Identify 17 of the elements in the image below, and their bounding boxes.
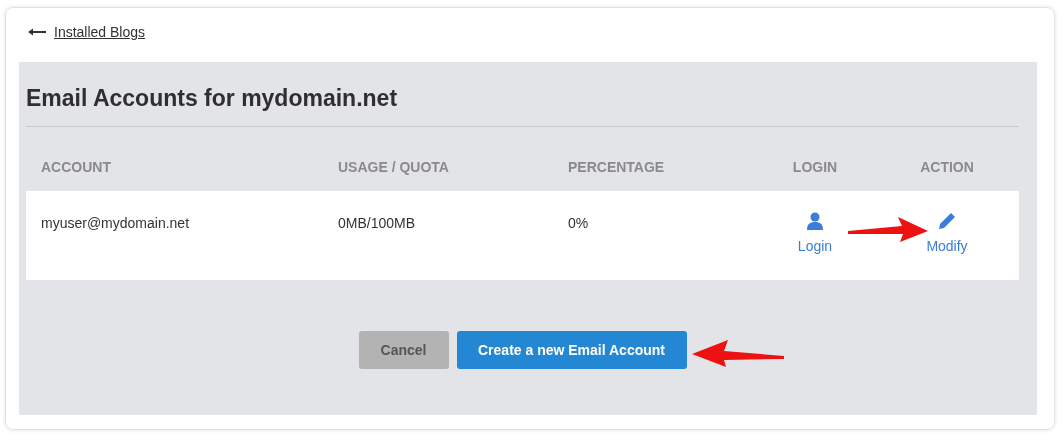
column-header: ACCOUNT xyxy=(41,157,112,177)
login-link[interactable]: Login xyxy=(797,212,833,258)
modify-link[interactable]: Modify xyxy=(926,212,968,258)
back-arrow-icon xyxy=(28,28,46,36)
column-header: ACTION xyxy=(919,157,975,177)
table-cell: 0% xyxy=(568,215,589,232)
pencil-icon xyxy=(938,212,956,231)
page-title: Email Accounts for mydomain.net xyxy=(26,84,399,113)
table-cell: myuser@mydomain.net xyxy=(41,215,190,232)
column-header: USAGE / QUOTA xyxy=(338,157,450,177)
user-icon xyxy=(806,212,824,231)
back-link[interactable]: Installed Blogs xyxy=(54,21,146,43)
column-header: LOGIN xyxy=(791,157,839,177)
table-cell: 0MB/100MB xyxy=(338,215,416,232)
cancel-button[interactable]: Cancel xyxy=(358,331,449,370)
create-button[interactable]: Create a new Email Account xyxy=(456,331,687,370)
column-header: PERCENTAGE xyxy=(568,157,666,177)
